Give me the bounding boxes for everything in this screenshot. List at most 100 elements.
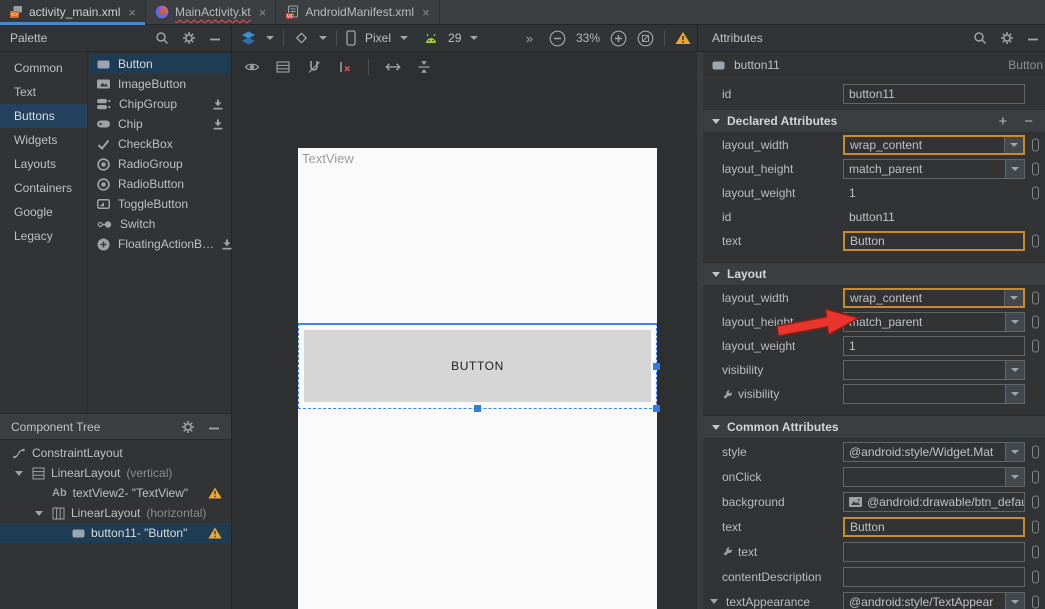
attribute-value[interactable]: button11: [849, 210, 895, 224]
zoom-to-fit-icon[interactable]: [637, 30, 654, 47]
warnings-icon[interactable]: [675, 31, 691, 45]
palette-category-Text[interactable]: Text: [0, 80, 87, 104]
gear-icon[interactable]: [1000, 31, 1014, 45]
resize-handle-bottom[interactable]: [474, 405, 481, 412]
resource-picker-flag-icon[interactable]: [1032, 187, 1039, 200]
editor-tab-MainActivity.kt[interactable]: MainActivity.kt×: [146, 0, 276, 24]
close-tab-icon[interactable]: ×: [259, 6, 267, 19]
api-selector[interactable]: 29: [448, 31, 461, 45]
palette-item-Switch[interactable]: Switch: [89, 214, 231, 234]
show-system-ui-icon[interactable]: [275, 59, 291, 75]
warning-icon[interactable]: [208, 527, 222, 539]
palette-item-Button[interactable]: Button: [89, 54, 231, 74]
download-icon[interactable]: [213, 99, 223, 110]
textview-widget[interactable]: TextView: [302, 151, 354, 166]
resource-picker-flag-icon[interactable]: [1032, 545, 1039, 558]
zoom-out-icon[interactable]: [549, 30, 566, 47]
chevron-down-icon[interactable]: [710, 599, 718, 604]
design-surface-mode-icon[interactable]: [240, 30, 257, 46]
add-attribute-icon[interactable]: +: [998, 113, 1007, 130]
zoom-level[interactable]: 33%: [576, 31, 600, 45]
search-icon[interactable]: [155, 31, 169, 45]
attribute-dropdown-layout_width[interactable]: wrap_content: [843, 135, 1025, 155]
editor-tab-AndroidManifest.xml[interactable]: MFAndroidManifest.xml×: [276, 0, 439, 24]
palette-category-Layouts[interactable]: Layouts: [0, 152, 87, 176]
attribute-value[interactable]: 1: [849, 186, 856, 200]
attribute-dropdown-layout_width[interactable]: wrap_content: [843, 288, 1025, 308]
tree-node-LinearLayout[interactable]: LinearLayout(horizontal): [0, 503, 231, 523]
palette-item-FloatingActionB…[interactable]: FloatingActionB…: [89, 234, 231, 254]
warning-icon[interactable]: [208, 487, 222, 499]
dropdown-arrow-button[interactable]: [1005, 160, 1024, 178]
attribute-dropdown-visibility[interactable]: [843, 360, 1025, 380]
palette-item-ChipGroup[interactable]: ChipGroup: [89, 94, 231, 114]
clear-constraints-icon[interactable]: [337, 59, 353, 75]
palette-item-Chip[interactable]: Chip: [89, 114, 231, 134]
attribute-input-text[interactable]: Button: [843, 517, 1025, 537]
hide-panel-icon[interactable]: [209, 32, 221, 44]
attribute-dropdown-onClick[interactable]: [843, 467, 1025, 487]
zoom-in-icon[interactable]: [610, 30, 627, 47]
attribute-input-contentDescription[interactable]: [843, 567, 1025, 587]
device-selector[interactable]: Pixel: [365, 31, 391, 45]
resource-picker-flag-icon[interactable]: [1032, 316, 1039, 329]
palette-category-Widgets[interactable]: Widgets: [0, 128, 87, 152]
palette-category-Common[interactable]: Common: [0, 56, 87, 80]
attribute-input-background[interactable]: @android:drawable/btn_defau: [843, 492, 1025, 512]
resource-picker-flag-icon[interactable]: [1032, 520, 1039, 533]
resize-handle-right[interactable]: [653, 363, 660, 370]
toolbar-overflow-chevron[interactable]: »: [526, 31, 533, 46]
resource-picker-flag-icon[interactable]: [1032, 445, 1039, 458]
view-options-eye-icon[interactable]: [244, 59, 260, 75]
search-icon[interactable]: [973, 31, 987, 45]
palette-item-RadioButton[interactable]: RadioButton: [89, 174, 231, 194]
gear-icon[interactable]: [182, 31, 196, 45]
resource-picker-flag-icon[interactable]: [1032, 340, 1039, 353]
dropdown-arrow-button[interactable]: [1005, 385, 1024, 403]
section-header-Declared Attributes[interactable]: Declared Attributes+−: [703, 109, 1045, 133]
attribute-dropdown-style[interactable]: @android:style/Widget.Mat: [843, 442, 1025, 462]
attribute-dropdown-layout_height[interactable]: match_parent: [843, 312, 1025, 332]
attribute-input-text[interactable]: Button: [843, 231, 1025, 251]
resource-picker-flag-icon[interactable]: [1032, 139, 1039, 152]
change-orientation-arrow-icon[interactable]: [384, 62, 402, 72]
resource-picker-flag-icon[interactable]: [1032, 235, 1039, 248]
palette-category-Buttons[interactable]: Buttons: [0, 104, 87, 128]
close-tab-icon[interactable]: ×: [422, 6, 430, 19]
id-input[interactable]: button11: [843, 84, 1025, 104]
resource-picker-flag-icon[interactable]: [1032, 470, 1039, 483]
expander-icon[interactable]: [32, 511, 46, 516]
palette-item-ToggleButton[interactable]: ToggleButton: [89, 194, 231, 214]
tree-node-LinearLayout[interactable]: LinearLayout(vertical): [0, 463, 231, 483]
palette-item-CheckBox[interactable]: CheckBox: [89, 134, 231, 154]
dropdown-arrow-button[interactable]: [1004, 290, 1023, 306]
attribute-dropdown-layout_height[interactable]: match_parent: [843, 159, 1025, 179]
remove-attribute-icon[interactable]: −: [1024, 113, 1033, 130]
resource-picker-flag-icon[interactable]: [1032, 595, 1039, 608]
download-icon[interactable]: [213, 119, 223, 130]
tree-node-textView2[interactable]: AbtextView2- "TextView": [0, 483, 231, 503]
dropdown-arrow-button[interactable]: [1005, 468, 1024, 486]
attribute-input-text[interactable]: [843, 542, 1025, 562]
palette-category-Legacy[interactable]: Legacy: [0, 224, 87, 248]
hide-panel-icon[interactable]: [208, 421, 220, 433]
resize-handle-corner[interactable]: [653, 405, 660, 412]
expander-icon[interactable]: [12, 471, 26, 476]
dropdown-arrow-button[interactable]: [1005, 361, 1024, 379]
hide-panel-icon[interactable]: [1027, 32, 1039, 44]
tree-node-button11[interactable]: button11- "Button": [0, 523, 231, 543]
palette-category-Google[interactable]: Google: [0, 200, 87, 224]
section-header-Layout[interactable]: Layout: [703, 262, 1045, 286]
dropdown-arrow-button[interactable]: [1005, 313, 1024, 331]
resource-picker-flag-icon[interactable]: [1032, 495, 1039, 508]
distribute-weights-icon[interactable]: [417, 59, 431, 75]
palette-category-Containers[interactable]: Containers: [0, 176, 87, 200]
resource-picker-flag-icon[interactable]: [1032, 570, 1039, 583]
tree-node-ConstraintLayout[interactable]: ConstraintLayout: [0, 443, 231, 463]
orientation-icon[interactable]: [293, 30, 310, 46]
resource-picker-flag-icon[interactable]: [1032, 292, 1039, 305]
attribute-dropdown-textAppearance[interactable]: @android:style/TextAppear: [843, 592, 1025, 609]
dropdown-arrow-button[interactable]: [1004, 137, 1023, 153]
dropdown-arrow-button[interactable]: [1005, 593, 1024, 609]
autoconnect-off-magnet-icon[interactable]: [306, 59, 322, 75]
